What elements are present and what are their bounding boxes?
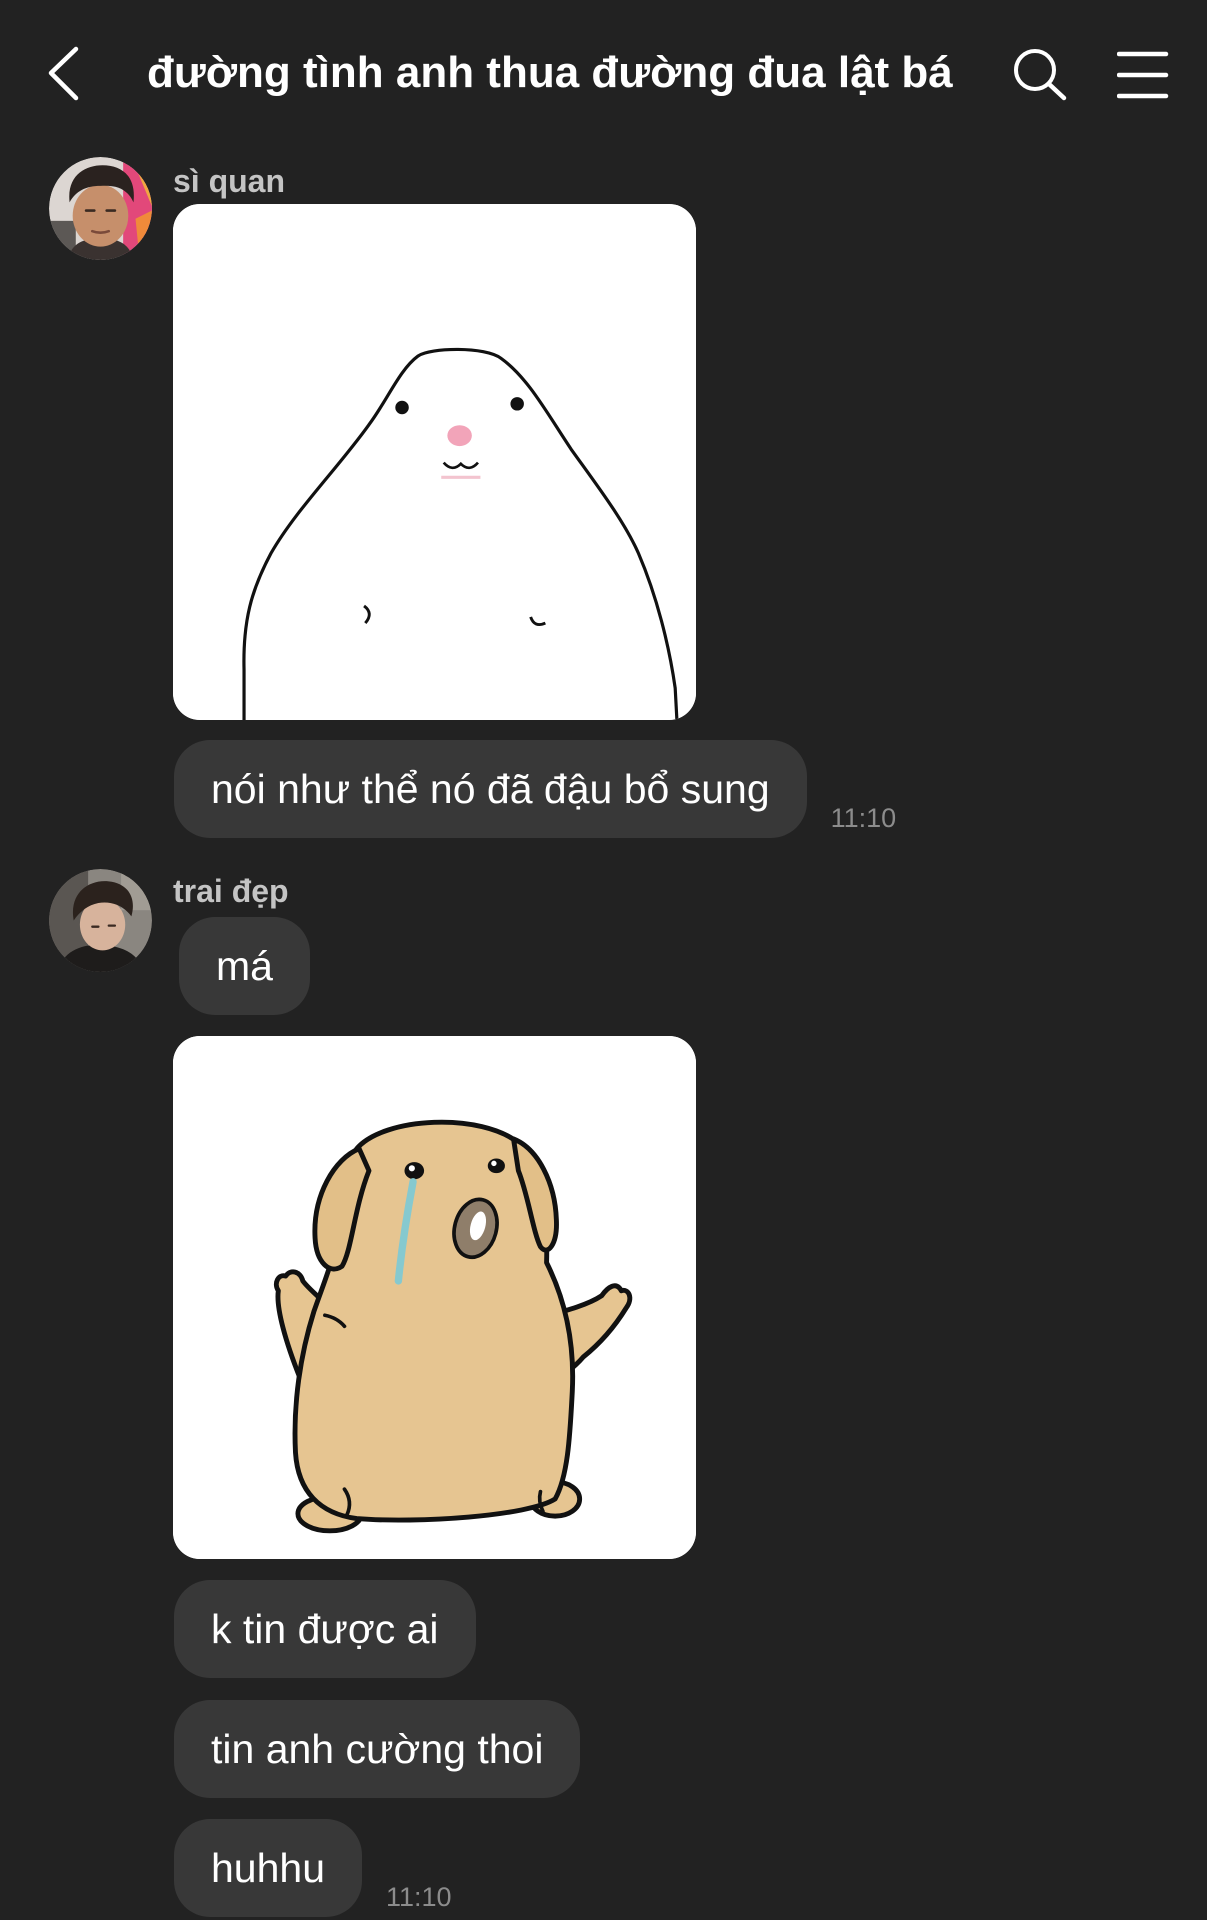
timestamp: 11:10 (830, 803, 897, 833)
message-row: k tin được ai (174, 1580, 476, 1678)
message-row: má (179, 917, 310, 1015)
sender-name: sì quan (173, 163, 286, 199)
back-button[interactable] (44, 44, 84, 104)
message-bubble[interactable]: nói như thể nó đã đậu bổ sung (174, 740, 807, 838)
message-text: nói như thể nó đã đậu bổ sung (211, 766, 770, 812)
message-bubble[interactable]: k tin được ai (174, 1580, 476, 1678)
chat-title[interactable]: đường tình anh thua đường đua lật bá (147, 43, 1027, 103)
search-icon (1014, 49, 1067, 101)
message-bubble[interactable]: má (179, 917, 310, 1015)
message-row: nói như thể nó đã đậu bổ sung 11:10 (174, 740, 896, 838)
search-button[interactable] (1010, 45, 1070, 103)
avatar[interactable] (49, 157, 152, 260)
message-text: tin anh cường thoi (211, 1726, 544, 1772)
message-text: k tin được ai (211, 1606, 439, 1652)
sticker-image[interactable] (173, 1036, 696, 1559)
chevron-left-icon (48, 46, 79, 101)
menu-icon (1117, 51, 1169, 99)
sticker-image[interactable] (173, 204, 696, 720)
timestamp: 11:10 (386, 1882, 452, 1912)
menu-button[interactable] (1117, 50, 1169, 100)
message-row: tin anh cường thoi (174, 1700, 581, 1798)
message-text: má (216, 943, 273, 989)
message-bubble[interactable]: tin anh cường thoi (174, 1700, 581, 1798)
chat-screen: đường tình anh thua đường đua lật bá sì … (0, 0, 1207, 1920)
sender-name: trai đẹp (173, 873, 289, 909)
message-text: huhhu (211, 1845, 326, 1891)
message-bubble[interactable]: huhhu (174, 1819, 363, 1917)
avatar[interactable] (49, 869, 152, 972)
message-row: huhhu 11:10 (174, 1819, 452, 1917)
